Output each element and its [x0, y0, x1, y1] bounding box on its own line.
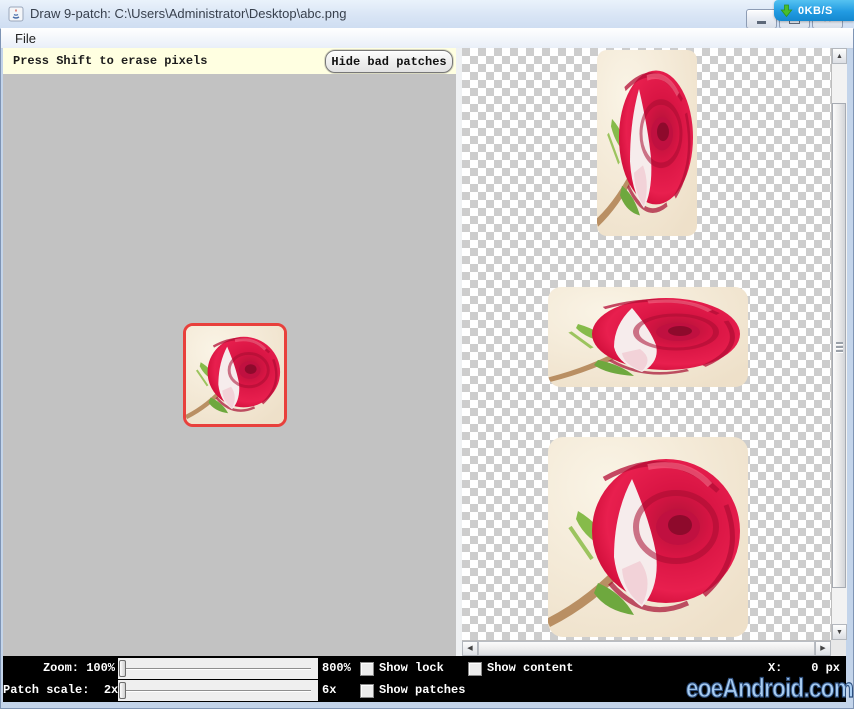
title-bar[interactable]: Draw 9-patch: C:\Users\Administrator\Des… — [0, 0, 854, 29]
java-icon — [8, 6, 24, 22]
nine-patch-image[interactable] — [183, 323, 287, 427]
show-lock-checkbox[interactable] — [360, 662, 374, 676]
rose-image — [548, 437, 748, 637]
scrollbar-corner — [831, 640, 846, 656]
hint-banner: Press Shift to erase pixels Hide bad pat… — [3, 48, 456, 75]
horizontal-scrollbar[interactable]: ◀ ▶ — [462, 640, 831, 656]
window-title: Draw 9-patch: C:\Users\Administrator\Des… — [30, 6, 346, 21]
preview-pane: ▲ ▼ ◀ ▶ — [462, 48, 846, 656]
zoom-max-label: 800% — [322, 661, 351, 675]
hint-text: Press Shift to erase pixels — [13, 54, 207, 68]
vertical-scrollbar-thumb[interactable] — [832, 103, 846, 588]
scroll-left-icon[interactable]: ◀ — [462, 641, 478, 656]
preview-horizontal-stretch — [548, 287, 748, 387]
rose-image — [597, 50, 697, 236]
show-patches-checkbox[interactable] — [360, 684, 374, 698]
patch-scale-slider[interactable] — [118, 680, 318, 701]
download-arrow-icon — [780, 4, 793, 18]
zoom-value: 100% — [86, 661, 115, 675]
show-content-checkbox[interactable] — [468, 662, 482, 676]
show-lock-label: Show lock — [379, 661, 444, 675]
patch-scale-value: 2x — [104, 683, 118, 697]
download-speed-text: 0KB/S — [798, 5, 833, 17]
preview-vertical-stretch — [597, 50, 697, 236]
hide-bad-patches-button[interactable]: Hide bad patches — [325, 50, 453, 73]
vertical-scrollbar[interactable]: ▲ ▼ — [831, 48, 847, 640]
zoom-slider-track[interactable] — [125, 668, 311, 669]
minimize-button[interactable] — [746, 9, 777, 29]
zoom-label: Zoom: 100% — [3, 661, 115, 675]
show-content-label: Show content — [487, 661, 573, 675]
patch-scale-slider-track[interactable] — [125, 690, 311, 691]
patch-scale-label: Patch scale: 2x — [3, 683, 115, 697]
scroll-up-icon[interactable]: ▲ — [832, 48, 847, 64]
preview-both-stretch — [548, 437, 748, 637]
patch-scale-max-label: 6x — [322, 683, 336, 697]
rose-image — [548, 287, 748, 387]
minimize-icon — [757, 21, 766, 24]
draw-9patch-window: Draw 9-patch: C:\Users\Administrator\Des… — [0, 0, 854, 709]
show-patches-label: Show patches — [379, 683, 465, 697]
scroll-down-icon[interactable]: ▼ — [832, 624, 847, 640]
zoom-slider[interactable] — [118, 658, 318, 679]
rose-image — [186, 326, 284, 424]
menu-item-file[interactable]: File — [10, 30, 41, 47]
watermark-text: eoeAndroid.com — [686, 673, 853, 704]
download-speed-badge[interactable]: 0KB/S — [774, 0, 854, 21]
zoom-slider-thumb[interactable] — [119, 660, 126, 677]
menu-bar: File — [1, 28, 853, 49]
patch-scale-slider-thumb[interactable] — [119, 682, 126, 699]
horizontal-scrollbar-thumb[interactable] — [478, 641, 815, 656]
drawing-canvas[interactable] — [3, 74, 456, 656]
scroll-right-icon[interactable]: ▶ — [815, 641, 831, 656]
